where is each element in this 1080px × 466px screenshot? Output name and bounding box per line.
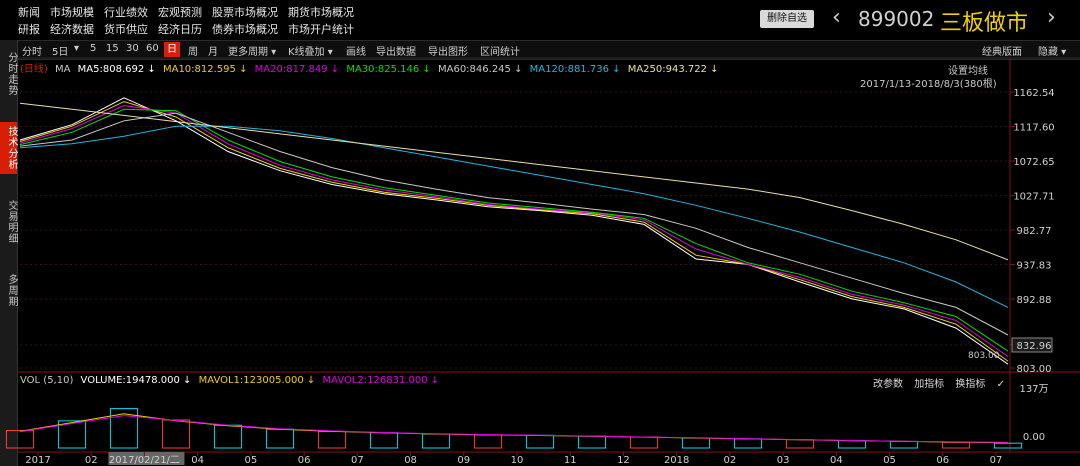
ma-line-ma250: [19, 102, 1009, 261]
chart-grid: [18, 57, 1080, 453]
time-tick-label: 11: [564, 455, 577, 466]
time-tick-label: 02: [85, 455, 98, 466]
time-tick-label: 08: [404, 455, 417, 466]
price-tick-label: 832.96: [1017, 341, 1052, 352]
volume-bar: [421, 433, 451, 449]
time-tick-label: 05: [245, 455, 258, 466]
mavol-lines: [19, 413, 1009, 444]
volume-bar: [577, 435, 607, 449]
price-tick-label: 892.88: [1017, 295, 1052, 306]
time-tick-label: 02: [724, 455, 737, 466]
volume-bar: [473, 434, 503, 449]
time-tick-label: 09: [457, 455, 470, 466]
time-tick-label: 2017/02/21/二: [109, 455, 180, 466]
volume-bar: [837, 440, 867, 449]
time-tick-label: 03: [777, 455, 790, 466]
volume-bar: [109, 408, 139, 449]
time-tick-label: 12: [617, 455, 630, 466]
ma-line-ma60: [19, 112, 1009, 336]
volume-bar: [941, 441, 971, 449]
time-tick-label: 04: [191, 455, 204, 466]
volume-bar: [265, 428, 295, 449]
price-tick-label: 1027.71: [1013, 192, 1054, 203]
time-tick-label: 06: [936, 455, 949, 466]
price-tick-label: 1117.60: [1013, 122, 1054, 133]
ma-lines: [19, 97, 1009, 365]
ma-line-ma30: [19, 108, 1009, 352]
price-tick-label: 1162.54: [1013, 88, 1054, 99]
ma-line-ma10: [19, 101, 1009, 362]
time-tick-label: 04: [830, 455, 843, 466]
ma-line-ma5: [19, 97, 1009, 365]
mavol1-line: [19, 413, 1009, 444]
volume-bar: [993, 442, 1023, 449]
volume-bar: [733, 438, 763, 449]
low-price-label: 803.00: [968, 351, 1000, 361]
volume-bar: [525, 434, 555, 449]
time-tick-label: 10: [511, 455, 524, 466]
volume-bar: [629, 436, 659, 449]
chart-canvas[interactable]: 1162.54 1117.60 1072.65 1027.71 982.77 937.83…: [0, 0, 1080, 466]
ma-line-ma20: [19, 104, 1009, 357]
time-tick-label: 2018: [664, 455, 689, 466]
volume-bar: [889, 440, 919, 449]
time-tick-label: 07: [351, 455, 364, 466]
volume-tick-label: 137万: [1019, 384, 1048, 395]
time-tick-label: 07: [990, 455, 1003, 466]
price-tick-label: 982.77: [1017, 226, 1052, 237]
time-tick-label: 05: [883, 455, 896, 466]
time-tick-label: 06: [298, 455, 311, 466]
volume-bar: [161, 419, 191, 449]
volume-bar: [369, 432, 399, 449]
price-tick-label: 1072.65: [1013, 157, 1054, 168]
chart-axes: 1162.54 1117.60 1072.65 1027.71 982.77 937.83…: [25, 88, 1054, 466]
volume-bar: [785, 439, 815, 449]
time-tick-label: 2017: [25, 455, 50, 466]
mavol2-line: [19, 415, 1009, 443]
volume-bar: [681, 437, 711, 449]
volume-bars: [5, 408, 1023, 449]
price-tick-label: 937.83: [1017, 260, 1052, 271]
price-tick-label: 803.00: [1017, 364, 1052, 375]
volume-bar: [5, 429, 35, 449]
volume-bar: [213, 424, 243, 449]
volume-bar: [317, 430, 347, 449]
volume-tick-label: 0.00: [1023, 432, 1045, 443]
